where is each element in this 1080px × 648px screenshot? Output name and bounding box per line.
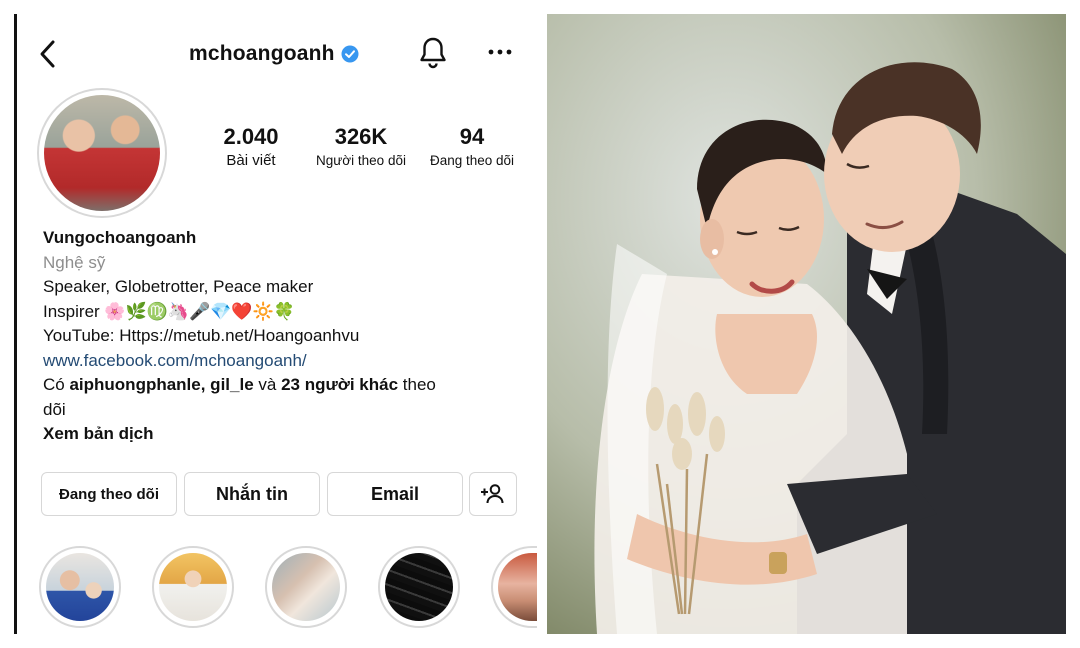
posts-label: Bài viết: [226, 152, 276, 169]
posts-count: 2.040: [223, 124, 279, 149]
followers-label: Người theo dõi: [316, 153, 406, 168]
following-label: Đang theo dõi: [429, 153, 515, 168]
profile-bio: Vungochoangoanh Nghệ sỹ Speaker, Globetr…: [43, 226, 523, 447]
profile-category: Nghệ sỹ: [43, 252, 106, 272]
profile-avatar[interactable]: [37, 88, 167, 218]
wedding-photo: [547, 14, 1066, 634]
website-link[interactable]: www.facebook.com/mchoangoanh/: [43, 349, 523, 374]
instagram-profile-screenshot: mchoangoanh 2.040 Bài viết 326K Người th…: [14, 14, 537, 634]
message-button[interactable]: Nhắn tin: [184, 472, 320, 516]
add-user-icon: [481, 484, 504, 504]
back-arrow-icon[interactable]: [37, 38, 59, 70]
top-bar: mchoangoanh: [17, 36, 537, 76]
story-highlight-partial[interactable]: [491, 546, 537, 628]
wedding-couple-illustration: [547, 14, 1066, 634]
add-user-button[interactable]: [469, 472, 517, 516]
profile-username: mchoangoanh: [189, 42, 359, 66]
bio-line-1: Speaker, Globetrotter, Peace maker: [43, 277, 314, 296]
more-icon[interactable]: [487, 46, 513, 58]
display-name: Vungochoangoanh: [43, 228, 197, 247]
verified-badge-icon: [341, 45, 359, 63]
story-highlight[interactable]: [152, 546, 234, 628]
bell-icon[interactable]: [417, 36, 449, 70]
followers-count: 326K: [334, 124, 388, 149]
following-count: 94: [459, 124, 485, 149]
stat-posts[interactable]: 2.040 Bài viết: [213, 124, 289, 172]
followed-by-wrap: dõi: [43, 399, 66, 419]
following-button[interactable]: Đang theo dõi: [41, 472, 177, 516]
stat-following[interactable]: 94 Đang theo dõi: [421, 124, 523, 172]
followed-by[interactable]: Có aiphuongphanle, gil_le và 23 người kh…: [43, 373, 523, 398]
see-translation-link[interactable]: Xem bản dịch: [43, 422, 523, 447]
email-button[interactable]: Email: [327, 472, 463, 516]
avatar-photo: [44, 95, 160, 211]
story-highlight[interactable]: [265, 546, 347, 628]
bio-line-2: Inspirer 🌸🌿♍🦄🎤💎❤️🔆🍀: [43, 301, 295, 321]
story-highlight[interactable]: [39, 546, 121, 628]
bio-line-3: YouTube: Https://metub.net/Hoangoanhvu: [43, 326, 360, 345]
bio-emojis: 🌸🌿♍🦄🎤💎❤️🔆🍀: [104, 301, 295, 321]
stat-followers[interactable]: 326K Người theo dõi: [309, 124, 413, 172]
story-highlight[interactable]: [378, 546, 460, 628]
